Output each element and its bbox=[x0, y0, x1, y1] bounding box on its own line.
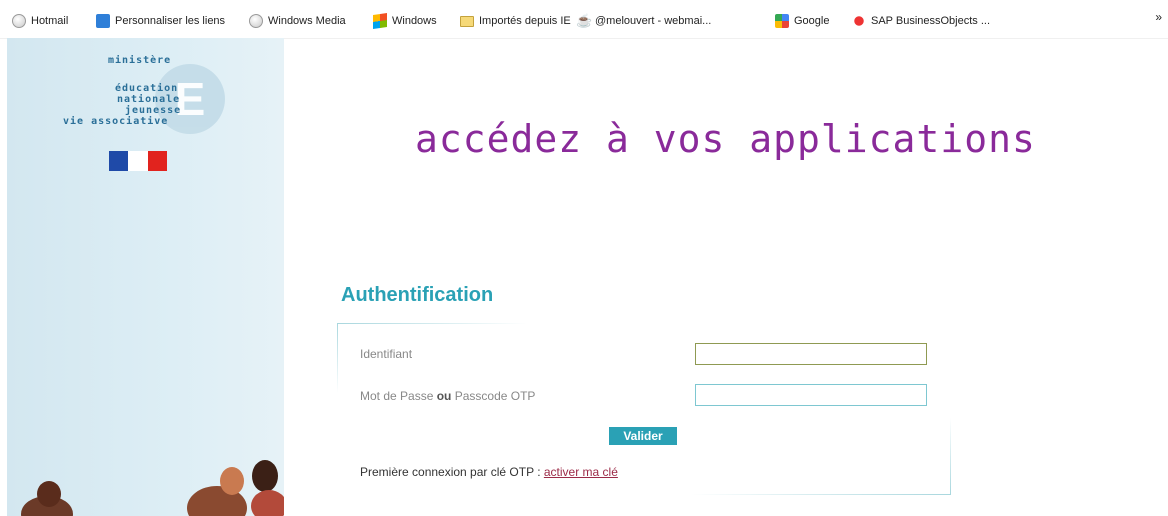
flag-blue-band bbox=[109, 151, 129, 171]
globe-icon bbox=[12, 14, 26, 28]
otp-text: Première connexion par clé OTP : bbox=[360, 465, 544, 479]
logo-line-ministere: ministère bbox=[108, 55, 172, 66]
logo-line-nationale: nationale bbox=[117, 94, 181, 105]
activer-ma-cle-link[interactable]: activer ma clé bbox=[544, 465, 618, 479]
bookmark-personnaliser[interactable]: Personnaliser les liens bbox=[96, 13, 225, 29]
bookmark-webmail[interactable]: ☕ @melouvert - webmai... bbox=[576, 13, 711, 29]
ie-page-icon bbox=[96, 14, 110, 28]
auth-title: Authentification bbox=[341, 284, 494, 306]
form-border-left bbox=[337, 323, 338, 393]
otp-first-connection: Première connexion par clé OTP : activer… bbox=[360, 465, 618, 479]
logo-line-education: éducation bbox=[115, 83, 179, 94]
bookmark-google[interactable]: Google bbox=[775, 13, 829, 29]
flag-white-band bbox=[128, 151, 148, 171]
bookmark-label: Windows bbox=[392, 15, 437, 27]
password-label-or: ou bbox=[436, 389, 452, 403]
bookmark-windows-media[interactable]: Windows Media bbox=[249, 13, 346, 29]
bookmark-label: Google bbox=[794, 15, 830, 27]
password-label-otp: Passcode OTP bbox=[451, 389, 536, 403]
bookmark-label: Windows Media bbox=[268, 15, 346, 27]
bookmark-label: Hotmail bbox=[31, 15, 69, 27]
globe-icon bbox=[249, 14, 263, 28]
bookmark-importes-ie[interactable]: Importés depuis IE bbox=[460, 13, 571, 29]
left-panel: E ministère éducation nationale jeunesse… bbox=[7, 38, 284, 516]
bookmarks-overflow-chevron-icon[interactable]: » bbox=[1155, 10, 1162, 24]
bookmarks-bar: Hotmail Personnaliser les liens Windows … bbox=[0, 0, 1168, 39]
password-label-text: Mot de Passe bbox=[360, 389, 437, 403]
login-form: Identifiant Mot de Passe ou Passcode OTP… bbox=[337, 323, 951, 495]
bookmark-label: @melouvert - webmai... bbox=[595, 15, 712, 27]
form-border-bottom bbox=[691, 494, 951, 495]
bookmark-sap[interactable]: SAP BusinessObjects ... bbox=[852, 13, 990, 29]
password-label: Mot de Passe ou Passcode OTP bbox=[360, 389, 535, 403]
bookmark-label: SAP BusinessObjects ... bbox=[871, 15, 991, 27]
ministry-logo: E ministère éducation nationale jeunesse… bbox=[7, 38, 237, 158]
bookmark-hotmail[interactable]: Hotmail bbox=[12, 13, 68, 29]
java-cup-icon: ☕ bbox=[576, 13, 593, 28]
logo-line-jeunesse: jeunesse bbox=[125, 105, 182, 116]
bookmark-label: Importés depuis IE bbox=[479, 15, 571, 27]
folder-icon bbox=[460, 15, 474, 27]
flag-red-band bbox=[147, 151, 167, 171]
valider-button[interactable]: Valider bbox=[609, 427, 677, 445]
form-border-top bbox=[337, 323, 527, 324]
google-icon bbox=[775, 14, 789, 28]
password-input[interactable] bbox=[695, 384, 927, 406]
identifiant-label: Identifiant bbox=[360, 347, 413, 361]
republique-francaise-flag-icon bbox=[109, 151, 167, 171]
bookmark-windows[interactable]: Windows bbox=[373, 13, 437, 29]
windows-logo-icon bbox=[373, 13, 387, 29]
bookmark-label: Personnaliser les liens bbox=[115, 15, 226, 27]
students-photo bbox=[21, 460, 284, 516]
form-border-right bbox=[950, 418, 951, 494]
page-headline: accédez à vos applications bbox=[415, 117, 1036, 161]
sap-icon bbox=[852, 14, 866, 28]
identifiant-input[interactable] bbox=[695, 343, 927, 365]
logo-line-vie-associative: vie associative bbox=[63, 116, 169, 127]
